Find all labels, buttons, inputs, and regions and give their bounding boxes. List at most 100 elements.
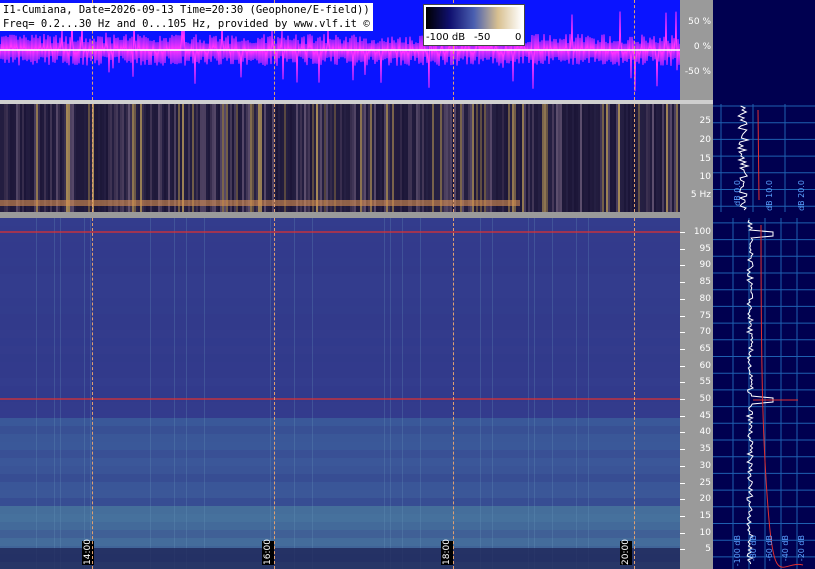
spectrogram-main-band — [0, 394, 680, 402]
spectrogram-main-streak — [36, 218, 37, 569]
spectrogram-low-column — [348, 104, 350, 212]
spectrogram-low-column — [372, 104, 374, 212]
spectrogram-low-column — [486, 104, 488, 212]
spectrogram-low-column — [354, 104, 356, 212]
spectrogram-low-column — [126, 104, 128, 212]
spectrogram-low-column — [154, 104, 156, 212]
spectrogram-low-column — [266, 104, 268, 212]
spectrogram-low-column — [32, 104, 34, 212]
spectrogram-main-band — [0, 426, 680, 434]
spectrogram-low-column — [182, 104, 184, 212]
spectrogram-low-column — [178, 104, 180, 212]
spectrogram-low-column — [288, 104, 290, 212]
spectrogram-low-column — [618, 104, 620, 212]
spectrogram-low-column — [660, 104, 662, 212]
spectrogram-low-column — [536, 104, 538, 212]
spectrogram-low-column — [230, 104, 232, 212]
spectrogram-low-column — [18, 104, 20, 212]
spectrogram-main-band — [0, 282, 680, 290]
spectrogram-low-column — [196, 104, 198, 212]
spectrogram-low-column — [200, 104, 202, 212]
spectrogram-low-column — [302, 104, 304, 212]
freq-tick-mark — [680, 282, 685, 284]
spectrogram-low-column — [558, 104, 560, 212]
spectrogram-low-column — [96, 104, 98, 212]
spectrogram-low-column — [446, 104, 448, 212]
spectrogram-low-column — [212, 104, 214, 212]
profile-scale-label: -60 dB — [765, 535, 774, 562]
spectrogram-low-column — [202, 104, 204, 212]
spectrogram-low-column — [666, 104, 668, 212]
spectrogram-low-column — [414, 104, 416, 212]
spectrogram-low-column — [296, 104, 298, 212]
spectrogram-low-column — [600, 104, 602, 212]
time-gridline — [92, 104, 93, 212]
spectrogram-low-column — [306, 104, 308, 212]
spectrogram-low-column — [326, 104, 328, 212]
spectrogram-low-column — [80, 104, 82, 212]
spectrogram-low-column — [250, 104, 252, 212]
spectrogram-low-column — [602, 104, 604, 212]
spectrogram-low-column — [574, 104, 576, 212]
spectrogram-low-column — [570, 104, 572, 212]
spectrogram-low-column — [366, 104, 368, 212]
spectrogram-low-column — [472, 104, 474, 212]
freq-tick: 70 — [699, 327, 711, 338]
spectrogram-low-column — [360, 104, 362, 212]
spectrogram-low-column — [256, 104, 258, 212]
spectrogram-low-column — [636, 104, 638, 212]
spectrogram-low-column — [488, 104, 490, 212]
spectrogram-low-column — [542, 104, 544, 212]
spectrogram-low-column — [504, 104, 506, 212]
spectrogram-low-column — [176, 104, 178, 212]
spectrogram-low-column — [132, 104, 134, 212]
waveform-tick: -50 % — [684, 67, 711, 77]
spectrogram-low-column — [160, 104, 162, 212]
spectrogram-low-column — [46, 104, 48, 212]
spectrogram-low-column — [658, 104, 660, 212]
spectrogram-low-column — [324, 104, 326, 212]
spectrogram-low-column — [50, 104, 52, 212]
spectrogram-low-column — [450, 104, 452, 212]
spectrogram-main-band — [0, 418, 680, 426]
spectrogram-low-column — [506, 104, 508, 212]
freq-tick: 15 — [699, 510, 711, 521]
spectrogram-main-streak — [204, 218, 205, 569]
profile-separator — [713, 212, 815, 218]
spectrogram-low-column — [656, 104, 658, 212]
spectrogram-main-band — [0, 354, 680, 362]
colorbar-label: -100 dB — [426, 32, 466, 43]
freq-tick: 45 — [699, 410, 711, 421]
freq-tick: 65 — [699, 343, 711, 354]
spectrogram-low-column — [624, 104, 626, 212]
spectrogram-main-band — [0, 466, 680, 474]
spectrogram-low-column — [136, 104, 138, 212]
spectrogram-low-column — [2, 104, 4, 212]
spectrogram-low-column — [162, 104, 164, 212]
spectrogram-low-column — [422, 104, 424, 212]
spectrogram-low-column — [120, 104, 122, 212]
freq-tick: 10 — [699, 527, 711, 538]
profile-trace-main — [745, 219, 774, 565]
spectrogram-low-column — [340, 104, 342, 212]
spectrogram-low-column — [468, 104, 470, 212]
spectrogram-low-column — [640, 104, 642, 212]
freq-tick-mark — [680, 382, 685, 384]
spectrogram-low-column — [264, 104, 266, 212]
spectrogram-low-column — [226, 104, 228, 212]
spectrogram-low-column — [240, 104, 242, 212]
spectrogram-low-column — [516, 104, 518, 212]
spectrogram-low-column — [224, 104, 226, 212]
spectrogram-low-column — [300, 104, 302, 212]
spectrogram-low-column — [614, 104, 616, 212]
freq-tick-mark — [680, 549, 685, 551]
spectrogram-low-column — [206, 104, 208, 212]
spectrogram-low-column — [470, 104, 472, 212]
freq-tick: 20 — [699, 494, 711, 505]
spectrogram-low-column — [8, 104, 10, 212]
colorbar-label: 0 — [515, 32, 522, 43]
spectrogram-low-column — [322, 104, 324, 212]
spectrogram-low-column — [152, 104, 154, 212]
waveform-tick: 50 % — [688, 17, 711, 27]
freq-tick: 60 — [699, 360, 711, 371]
